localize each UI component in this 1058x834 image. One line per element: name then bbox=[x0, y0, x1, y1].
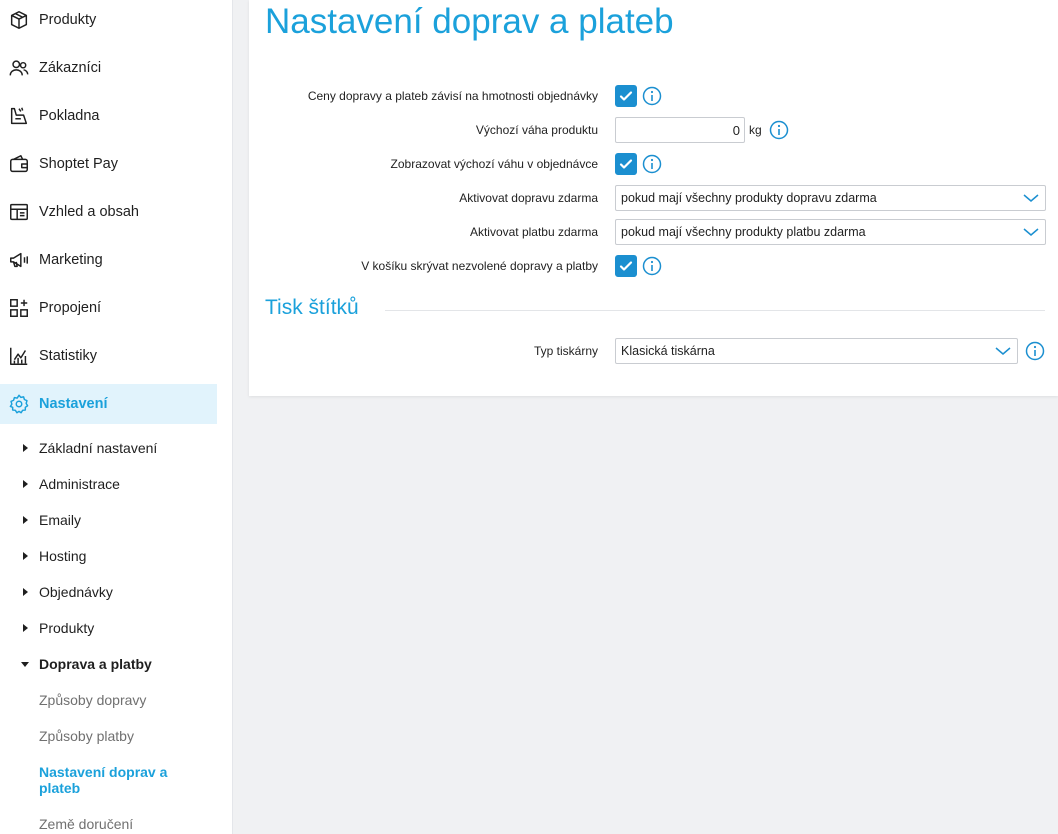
sidebar-link-nastaveni-doprav-a-plateb[interactable]: Nastavení doprav a plateb bbox=[39, 764, 209, 796]
label-hide-unselected: V košíku skrývat nezvolené dopravy a pla… bbox=[361, 259, 598, 273]
sidebar-sub-label: Základní nastavení bbox=[39, 440, 158, 456]
label-free-payment: Aktivovat platbu zdarma bbox=[469, 225, 598, 239]
select-value: pokud mají všechny produkty platbu zdarm… bbox=[621, 225, 866, 239]
sidebar: Produkty Zákazníci Pokladna Shoptet Pay … bbox=[0, 0, 233, 834]
printer-type-select[interactable]: Klasická tiskárna bbox=[615, 338, 1018, 364]
box-icon bbox=[8, 9, 30, 31]
caret-right-icon bbox=[0, 587, 39, 597]
sidebar-item-label: Nastavení bbox=[39, 396, 108, 412]
sidebar-sub-label: Emaily bbox=[39, 512, 82, 528]
label-free-shipping: Aktivovat dopravu zdarma bbox=[459, 191, 598, 205]
sidebar-link-zeme-doruceni[interactable]: Země doručení bbox=[39, 816, 209, 832]
sidebar-item-label: Propojení bbox=[39, 300, 102, 316]
sidebar-sub-doprava-a-platby[interactable]: Doprava a platby bbox=[0, 656, 220, 672]
sidebar-sub-objednavky[interactable]: Objednávky bbox=[0, 584, 220, 600]
chevron-down-icon bbox=[995, 347, 1011, 355]
sidebar-link-zpusoby-dopravy[interactable]: Způsoby dopravy bbox=[39, 692, 209, 708]
label-weight-dependent: Ceny dopravy a plateb závisí na hmotnost… bbox=[307, 89, 598, 103]
checkbox-weight-dependent[interactable] bbox=[615, 85, 637, 107]
sidebar-item-label: Pokladna bbox=[39, 108, 100, 124]
caret-right-icon bbox=[0, 623, 39, 633]
sidebar-item-marketing[interactable]: Marketing bbox=[0, 240, 217, 280]
apps-plus-icon bbox=[8, 297, 30, 319]
label-default-weight: Výchozí váha produktu bbox=[475, 123, 598, 137]
section-title-tisk-stitku: Tisk štítků bbox=[265, 296, 359, 319]
sidebar-item-label: Vzhled a obsah bbox=[39, 204, 139, 220]
chart-icon bbox=[8, 345, 30, 367]
info-icon[interactable] bbox=[642, 154, 662, 174]
sidebar-item-pokladna[interactable]: Pokladna bbox=[0, 96, 217, 136]
sidebar-sub-hosting[interactable]: Hosting bbox=[0, 548, 220, 564]
sidebar-sub-produkty[interactable]: Produkty bbox=[0, 620, 220, 636]
sidebar-item-vzhled[interactable]: Vzhled a obsah bbox=[0, 192, 217, 232]
sidebar-item-label: Produkty bbox=[39, 12, 97, 28]
sidebar-item-nastaveni[interactable]: Nastavení bbox=[0, 384, 217, 424]
sidebar-sub-administrace[interactable]: Administrace bbox=[0, 476, 220, 492]
default-weight-input[interactable] bbox=[615, 117, 745, 143]
select-value: Klasická tiskárna bbox=[621, 344, 715, 358]
unit-label: kg bbox=[749, 123, 762, 137]
users-icon bbox=[8, 57, 30, 79]
sidebar-item-label: Shoptet Pay bbox=[39, 156, 118, 172]
checkmark-icon bbox=[619, 261, 633, 271]
gear-icon bbox=[8, 393, 30, 415]
checkmark-icon bbox=[619, 91, 633, 101]
caret-right-icon bbox=[0, 443, 39, 453]
layout-icon bbox=[8, 201, 30, 223]
checkbox-show-weight[interactable] bbox=[615, 153, 637, 175]
info-icon[interactable] bbox=[642, 86, 662, 106]
cash-register-icon bbox=[8, 105, 30, 127]
section-divider bbox=[385, 310, 1045, 311]
sidebar-sub-emaily[interactable]: Emaily bbox=[0, 512, 220, 528]
caret-right-icon bbox=[0, 551, 39, 561]
label-printer-type: Typ tiskárny bbox=[533, 344, 598, 358]
caret-right-icon bbox=[0, 515, 39, 525]
page-title: Nastavení doprav a plateb bbox=[265, 2, 674, 41]
info-icon[interactable] bbox=[642, 256, 662, 276]
sidebar-item-propojeni[interactable]: Propojení bbox=[0, 288, 217, 328]
sidebar-item-statistiky[interactable]: Statistiky bbox=[0, 336, 217, 376]
sidebar-sub-label: Objednávky bbox=[39, 584, 113, 600]
sidebar-sub-zakladni-nastaveni[interactable]: Základní nastavení bbox=[0, 440, 220, 456]
label-show-weight: Zobrazovat výchozí váhu v objednávce bbox=[390, 157, 598, 171]
sidebar-sub-label: Hosting bbox=[39, 548, 87, 564]
sidebar-item-zakaznici[interactable]: Zákazníci bbox=[0, 48, 217, 88]
sidebar-link-zpusoby-platby[interactable]: Způsoby platby bbox=[39, 728, 209, 744]
megaphone-icon bbox=[8, 249, 30, 271]
checkbox-hide-unselected[interactable] bbox=[615, 255, 637, 277]
sidebar-item-label: Statistiky bbox=[39, 348, 98, 364]
sidebar-sub-label: Produkty bbox=[39, 620, 95, 636]
select-value: pokud mají všechny produkty dopravu zdar… bbox=[621, 191, 877, 205]
info-icon[interactable] bbox=[769, 120, 789, 140]
wallet-icon bbox=[8, 153, 30, 175]
sidebar-item-shoptet-pay[interactable]: Shoptet Pay bbox=[0, 144, 217, 184]
free-payment-select[interactable]: pokud mají všechny produkty platbu zdarm… bbox=[615, 219, 1046, 245]
sidebar-item-label: Zákazníci bbox=[39, 60, 102, 76]
caret-down-icon bbox=[0, 659, 39, 669]
chevron-down-icon bbox=[1023, 228, 1039, 236]
free-shipping-select[interactable]: pokud mají všechny produkty dopravu zdar… bbox=[615, 185, 1046, 211]
caret-right-icon bbox=[0, 479, 39, 489]
sidebar-sub-label: Doprava a platby bbox=[39, 656, 152, 672]
sidebar-item-produkty[interactable]: Produkty bbox=[0, 0, 217, 40]
sidebar-sub-label: Administrace bbox=[39, 476, 120, 492]
checkmark-icon bbox=[619, 159, 633, 169]
info-icon[interactable] bbox=[1025, 341, 1045, 361]
sidebar-item-label: Marketing bbox=[39, 252, 103, 268]
chevron-down-icon bbox=[1023, 194, 1039, 202]
